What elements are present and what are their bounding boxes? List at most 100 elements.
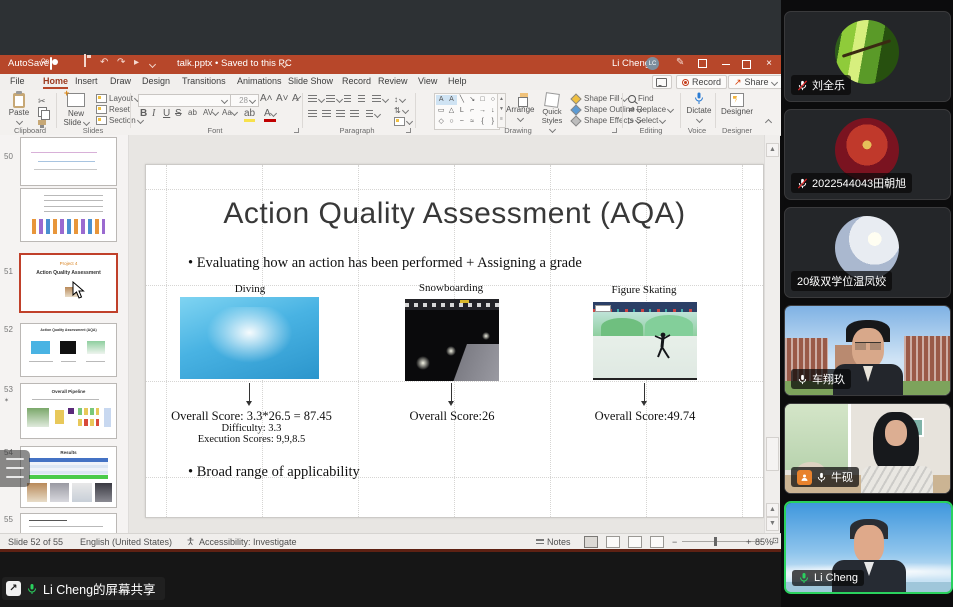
language-status[interactable]: English (United States) [80, 537, 172, 547]
shape-gallery-scroll[interactable]: ▲▼≡ [497, 93, 506, 128]
increase-indent-button[interactable] [358, 95, 365, 103]
paste-button[interactable]: Paste [6, 93, 32, 126]
previous-slide-icon[interactable]: ▲ [766, 503, 779, 517]
diving-image[interactable] [180, 297, 319, 379]
tab-transitions[interactable]: Transitions [182, 76, 226, 86]
shape-icon[interactable]: △ [446, 106, 456, 116]
select-button[interactable]: ▷Select [628, 116, 665, 125]
ink-pen-icon[interactable]: ✎ [676, 57, 684, 68]
redo-icon[interactable]: ↷ [117, 57, 125, 68]
share-button[interactable]: ↗Share [728, 75, 783, 89]
slideshow-view-icon[interactable] [650, 536, 664, 548]
accessibility-status[interactable]: Accessibility: Investigate [199, 537, 297, 547]
find-button[interactable]: Find [628, 94, 654, 103]
dictate-button[interactable]: Dictate [684, 92, 714, 124]
tab-draw[interactable]: Draw [110, 76, 131, 86]
ribbon-options-icon[interactable] [698, 59, 707, 68]
shape-fill-button[interactable]: Shape Fill [572, 94, 627, 103]
scrollbar-thumb[interactable] [766, 437, 779, 471]
font-dialog-launcher[interactable] [294, 128, 299, 133]
highlight-color-button[interactable]: ab [244, 108, 255, 122]
zoom-out-icon[interactable]: − [672, 537, 677, 547]
reading-view-icon[interactable] [628, 536, 642, 548]
slide-thumbnail-53[interactable]: Overall Pipeline [20, 383, 117, 439]
replace-button[interactable]: ⇄Replace [628, 105, 673, 114]
shape-icon[interactable]: → [477, 106, 487, 116]
editor-scrollbar[interactable]: ▲ ▲ ▼ [764, 135, 780, 533]
undo-icon[interactable]: ↶ [100, 57, 108, 68]
line-spacing-button[interactable] [372, 95, 388, 103]
slide-thumbnail-54[interactable]: Results [20, 446, 117, 508]
slide-bullet-2[interactable]: • Broad range of applicability [188, 464, 360, 481]
bold-button[interactable]: B [140, 108, 147, 119]
grow-font-button[interactable]: A˄ [260, 93, 273, 104]
tab-slide-show[interactable]: Slide Show [288, 76, 333, 86]
strikethrough-button[interactable]: S [175, 108, 182, 119]
fit-slide-icon[interactable]: ⊡ [772, 536, 780, 546]
participant-tile[interactable]: 2022544043田朝旭 [784, 109, 951, 200]
shape-icon[interactable]: ▭ [436, 106, 446, 116]
shape-icon[interactable]: ~ [457, 117, 467, 127]
cut-button[interactable]: ✂ [38, 96, 46, 107]
tab-record[interactable]: Record [342, 76, 371, 86]
autosave-toggle[interactable]: On [50, 57, 52, 70]
slide-title[interactable]: Action Quality Assessment (AQA) [146, 197, 763, 231]
align-left-button[interactable] [308, 110, 317, 118]
format-painter-button[interactable] [38, 120, 46, 125]
convert-smartart-button[interactable] [394, 117, 412, 126]
shape-icon[interactable]: ↘ [467, 95, 477, 105]
reset-button[interactable]: Reset [96, 105, 130, 114]
avatar[interactable]: LC [646, 57, 659, 70]
columns-button[interactable] [366, 110, 380, 118]
bullets-button[interactable] [308, 95, 324, 103]
clear-formatting-button[interactable]: A̷ [292, 93, 299, 104]
zoom-level[interactable]: 85% [755, 537, 773, 547]
record-button[interactable]: Record [676, 75, 727, 89]
next-slide-icon[interactable]: ▼ [766, 517, 779, 531]
shrink-font-button[interactable]: A˅ [276, 93, 289, 104]
participant-tile[interactable]: 20级双学位温凤姣 [784, 207, 951, 298]
new-slide-button[interactable]: New Slide [60, 93, 92, 127]
zoom-in-icon[interactable]: + [746, 537, 751, 547]
slide-bullet-1[interactable]: • Evaluating how an action has been perf… [188, 255, 582, 272]
qat-customize-icon[interactable] [149, 61, 156, 68]
slide-thumbnail-50[interactable] [20, 188, 117, 242]
participant-tile[interactable]: 车翔玖 [784, 305, 951, 396]
user-name[interactable]: Li Cheng [612, 58, 650, 69]
zoom-slider-thumb[interactable] [714, 537, 717, 546]
align-right-button[interactable] [336, 110, 345, 118]
animation-star-icon[interactable]: ✶ [4, 397, 9, 404]
shape-icon[interactable]: A [446, 95, 456, 105]
tab-review[interactable]: Review [378, 76, 408, 86]
arrange-button[interactable]: Arrange [506, 93, 534, 123]
decrease-indent-button[interactable] [344, 95, 351, 103]
filename[interactable]: talk.pptx • Saved to this PC [177, 58, 292, 69]
slide-sorter-view-icon[interactable] [606, 536, 620, 548]
participant-tile-active-speaker[interactable]: Li Cheng [784, 501, 953, 594]
participant-tile[interactable]: 牛砚 [784, 403, 951, 494]
font-color-button[interactable]: A [264, 108, 276, 122]
minimize-button[interactable] [722, 64, 730, 65]
layout-button[interactable]: Layout [96, 94, 140, 103]
text-shadow-button[interactable]: ab [188, 108, 197, 117]
change-case-button[interactable]: Aa [222, 108, 237, 117]
shape-icon[interactable]: □ [477, 95, 487, 105]
tab-view[interactable]: View [418, 76, 437, 86]
snowboarding-image[interactable] [405, 299, 499, 381]
tab-animations[interactable]: Animations [237, 76, 282, 86]
font-name-combobox[interactable] [138, 94, 231, 107]
shape-gallery[interactable]: AA╲↘□○▭△L⌐→↓◇○~≈{} [434, 93, 500, 130]
shape-icon[interactable]: ≈ [467, 117, 477, 127]
paragraph-dialog-launcher[interactable] [406, 128, 411, 133]
underline-button[interactable]: U [163, 108, 170, 119]
tab-help[interactable]: Help [448, 76, 467, 86]
floating-menu-button[interactable] [0, 450, 30, 487]
participant-tile[interactable]: 刘全乐 [784, 11, 951, 102]
shape-icon[interactable]: ╲ [457, 95, 467, 105]
character-spacing-button[interactable]: AV [203, 108, 218, 117]
restore-button[interactable] [742, 60, 751, 69]
shape-icon[interactable]: L [457, 106, 467, 116]
close-button[interactable]: × [764, 59, 774, 69]
italic-button[interactable]: I [152, 108, 155, 119]
slide-info[interactable]: Slide 52 of 55 [8, 537, 63, 547]
